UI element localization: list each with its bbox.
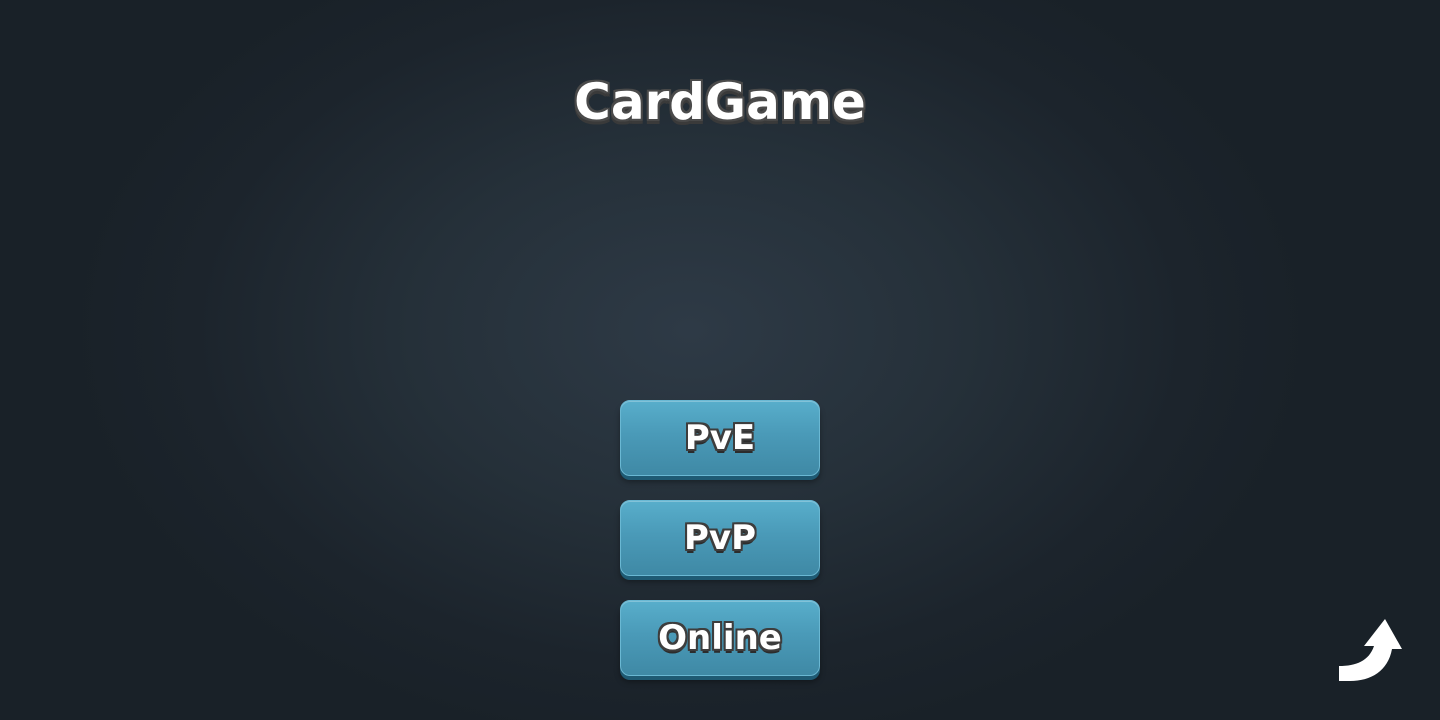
pvp-button[interactable]: PvP (620, 500, 820, 576)
pve-button-label: PvE (684, 418, 756, 458)
share-arrow-icon (1339, 619, 1402, 681)
pve-button[interactable]: PvE (620, 400, 820, 476)
pvp-button-label: PvP (683, 518, 756, 558)
online-button-label: Online (658, 618, 782, 658)
game-title: CardGame (574, 73, 866, 131)
share-button[interactable] (1336, 616, 1404, 684)
online-button[interactable]: Online (620, 600, 820, 676)
